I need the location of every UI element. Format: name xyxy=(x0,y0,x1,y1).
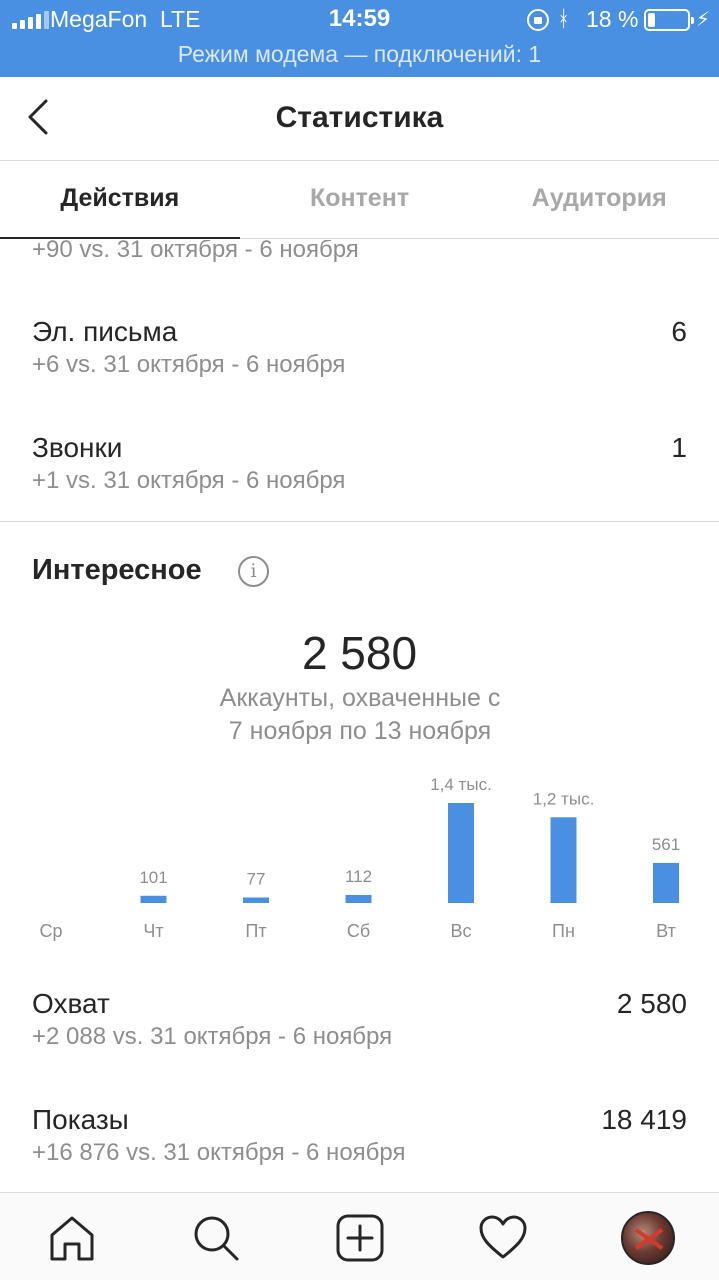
tab-content[interactable]: Контент xyxy=(240,161,480,238)
section-title: Интересное xyxy=(32,554,202,586)
nav-header: Статистика xyxy=(0,77,719,161)
info-icon[interactable]: i xyxy=(238,556,269,587)
search-icon xyxy=(194,1216,239,1261)
chart-data-label: 77 xyxy=(247,870,266,889)
metric-comparison: +16 876 vs. 31 октября - 6 ноября xyxy=(32,1139,406,1166)
hotspot-banner[interactable]: Режим модема — подключений: 1 xyxy=(0,41,719,68)
charging-icon: ⚡ xyxy=(696,9,711,31)
home-icon xyxy=(50,1216,94,1261)
metric-value: 18 419 xyxy=(601,1104,687,1135)
metric-comparison: +1 vs. 31 октября - 6 ноября xyxy=(32,467,346,494)
chart-bar xyxy=(243,897,269,903)
chart-category-label: Ср xyxy=(39,921,62,941)
tab-actions[interactable]: Действия xyxy=(0,161,240,239)
metric-row-emails: Эл. письма 6 +6 vs. 31 октября - 6 ноябр… xyxy=(32,316,687,386)
add-post-icon xyxy=(336,1214,384,1262)
chart-data-label: 1,2 тыс. xyxy=(533,789,595,808)
chart-category-label: Вт xyxy=(656,921,676,941)
metric-label: Охват xyxy=(32,988,110,1019)
chart-category-label: Чт xyxy=(143,921,163,941)
chart-bar xyxy=(345,895,372,903)
metric-comparison: +2 088 vs. 31 октября - 6 ноября xyxy=(32,1023,393,1050)
profile-avatar[interactable] xyxy=(621,1211,675,1265)
metric-value: 6 xyxy=(671,316,687,347)
heart-icon xyxy=(479,1215,527,1259)
metric-row-calls: Звонки 1 +1 vs. 31 октября - 6 ноября xyxy=(32,432,687,502)
chart-svg: Ср 101 Чт 77 Пт 112 Сб 1,4 тыс. Вс 1,2 тыс. Пн 561 В… xyxy=(39,775,680,941)
accounts-reached-total: 2 580 xyxy=(301,627,418,679)
section-divider xyxy=(0,521,719,522)
metric-label: Эл. письма xyxy=(32,316,178,347)
bottom-nav xyxy=(0,1192,719,1280)
search-button[interactable] xyxy=(191,1213,241,1263)
metric-row-impressions: Показы 18 419 +16 876 vs. 31 октября - 6… xyxy=(32,1104,687,1174)
chart-bar xyxy=(653,862,679,903)
chart-category-label: Пт xyxy=(245,921,266,941)
chart-category-label: Сб xyxy=(347,921,370,941)
chart-bar xyxy=(550,817,577,903)
chart-category-label: Вс xyxy=(450,921,471,941)
tab-bar: Действия Контент Аудитория xyxy=(0,161,719,239)
chart-data-label: 101 xyxy=(139,868,167,887)
reach-bar-chart: Ср 101 Чт 77 Пт 112 Сб 1,4 тыс. Вс 1,2 тыс. Пн 561 В… xyxy=(0,760,719,950)
partial-metric-sub: +90 vs. 31 октября - 6 ноября xyxy=(32,240,359,263)
home-button[interactable] xyxy=(47,1213,97,1263)
stats-content[interactable]: +90 vs. 31 октября - 6 ноября Эл. письма… xyxy=(0,240,719,1192)
metric-value: 1 xyxy=(671,432,687,463)
chart-data-label: 112 xyxy=(345,867,372,886)
chart-bar xyxy=(140,895,167,903)
rotation-lock-icon xyxy=(527,9,549,31)
chart-category-label: Пн xyxy=(552,921,575,941)
activity-button[interactable] xyxy=(478,1213,528,1263)
metric-row-reach: Охват 2 580 +2 088 vs. 31 октября - 6 но… xyxy=(32,988,687,1058)
battery-level xyxy=(648,13,655,27)
metric-value: 2 580 xyxy=(616,988,687,1019)
metric-label: Показы xyxy=(32,1104,129,1135)
page-title: Статистика xyxy=(275,101,444,134)
tab-audience[interactable]: Аудитория xyxy=(479,161,719,238)
chart-data-label: 1,4 тыс. xyxy=(430,775,492,794)
accounts-reached-caption: Аккаунты, охваченные с 7 ноября по 13 но… xyxy=(219,684,501,745)
bluetooth-icon: ᚼ xyxy=(557,6,571,31)
status-bar: MegaFon LTE 14:59 ᚼ 18 % ⚡ Режим модема … xyxy=(0,0,719,77)
metric-label: Звонки xyxy=(32,432,123,463)
chart-data-label: 561 xyxy=(652,835,680,854)
battery-icon xyxy=(644,9,694,31)
new-post-button[interactable] xyxy=(335,1213,385,1263)
battery-percent: 18 % xyxy=(586,6,639,32)
chart-bar xyxy=(448,803,474,903)
metric-comparison: +6 vs. 31 октября - 6 ноября xyxy=(32,351,346,378)
